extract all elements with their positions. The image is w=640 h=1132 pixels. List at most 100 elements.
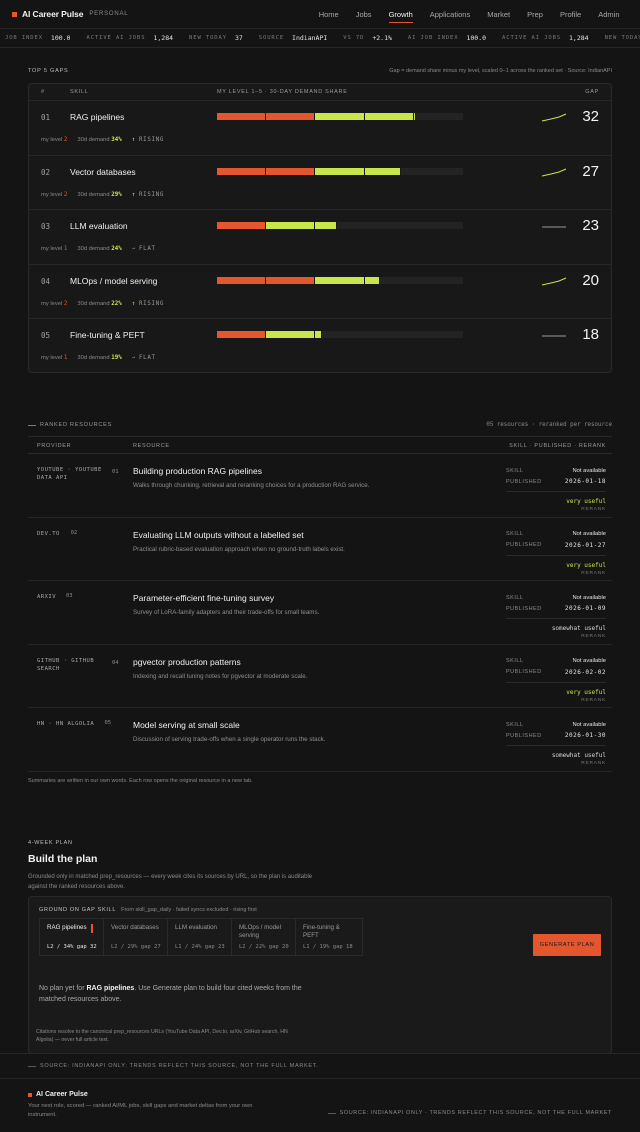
gap-score: 32 <box>582 108 599 125</box>
rerank-verdict: very useful <box>566 498 606 505</box>
footer-source: SOURCE: INDIANAPI ONLY · TRENDS REFLECT … <box>328 1110 612 1116</box>
provider-name: GITHUB · GITHUB SEARCH <box>37 657 95 672</box>
gap-row[interactable]: 01 RAG pipelines my level 2 30d demand 34% ↑… <box>29 101 611 156</box>
resource-row[interactable]: HN · HN ALGOLIA 05 Model serving at small … <box>28 708 612 772</box>
skill-label: SKILL <box>506 658 524 664</box>
gaps-table-header: # SKILL MY LEVEL 1–5 · 30-DAY DEMAND SHA… <box>29 84 611 101</box>
resource-row[interactable]: ARXIV 03 Parameter-efficient fine-tuning s… <box>28 581 612 645</box>
resources-count: 05 resources · reranked per resource <box>486 422 612 428</box>
demand-value: 29% <box>111 191 122 198</box>
nav-link-market[interactable]: Market <box>479 0 519 29</box>
demand-segment <box>413 113 416 120</box>
demand-segment <box>266 331 316 338</box>
nav-link-prep[interactable]: Prep <box>519 0 552 29</box>
col-idx: # <box>41 89 45 95</box>
resources-eyebrow: RANKED RESOURCES <box>28 422 112 428</box>
skill-chip[interactable]: Fine-tuning & PEFT L1 / 19% gap 18 <box>296 919 360 955</box>
published-field: PUBLISHED 2026-02-02 <box>506 667 606 678</box>
gap-row[interactable]: 02 Vector databases my level 2 30d demand 2… <box>29 156 611 210</box>
ground-subtitle: From skill_gap_daily · failed syncs excl… <box>121 907 257 913</box>
my-level-label: my level <box>41 191 63 198</box>
brand-name[interactable]: AI Career Pulse <box>22 9 83 19</box>
demand-share: 30d demand 29% <box>77 192 121 198</box>
level-segment <box>266 167 316 175</box>
resource-provider: YOUTUBE · YOUTUBE DATA API <box>37 466 109 482</box>
skill-chip[interactable]: Vector databases L2 / 29% gap 27 <box>104 919 168 955</box>
skill-label: SKILL <box>506 721 524 728</box>
ticker-label: NEW TODAY <box>189 35 227 41</box>
ticker-value: 100.0 <box>466 34 487 42</box>
brand-mark-icon <box>12 11 17 17</box>
ticker-label: NEW TODAY <box>604 35 640 41</box>
rerank-verdict: somewhat useful <box>551 752 606 759</box>
nav-link-admin[interactable]: Admin <box>590 0 628 29</box>
chip-skill-name: MLOps / model serving <box>239 924 281 939</box>
resource-title-link[interactable]: Building production RAG pipelines <box>133 466 262 476</box>
published-label: PUBLISHED <box>506 669 542 675</box>
resources-rows: YOUTUBE · YOUTUBE DATA API 01 Building pro… <box>28 454 612 772</box>
my-level: my level 1 <box>41 246 67 252</box>
published-value: 2026-02-02 <box>564 668 606 676</box>
col-bar: MY LEVEL 1–5 · 30-DAY DEMAND SHARE <box>217 89 348 95</box>
my-level-label: my level <box>41 300 63 307</box>
resources-header: RANKED RESOURCES 05 resources · reranked… <box>28 419 612 431</box>
gap-row[interactable]: 05 Fine-tuning & PEFT my level 1 30d demand… <box>29 319 611 374</box>
plan-title: Build the plan <box>28 853 98 865</box>
trend-indicator: ↑ RISING <box>132 137 164 143</box>
ticker-value: 1,284 <box>569 34 589 42</box>
level-segment <box>217 222 267 229</box>
gap-row[interactable]: 04 MLOps / model serving my level 2 30d dem… <box>29 265 611 319</box>
demand-segment <box>315 222 338 229</box>
skill-value: Not available <box>572 721 606 728</box>
meta-divider <box>506 745 606 746</box>
published-field: PUBLISHED 2026-01-18 <box>506 476 606 487</box>
resource-provider: GITHUB · GITHUB SEARCH <box>37 657 109 673</box>
nav-link-jobs[interactable]: Jobs <box>347 0 380 29</box>
level-segment <box>217 276 267 284</box>
ground-title: GROUND ON GAP SKILL <box>39 907 117 913</box>
nav-link-home[interactable]: Home <box>310 0 347 29</box>
ticker-label: ACTIVE AI JOBS <box>502 35 562 41</box>
gap-score: 20 <box>582 271 599 289</box>
level-segment <box>217 113 267 120</box>
resource-title-link[interactable]: Evaluating LLM outputs without a labelle… <box>133 530 304 540</box>
nav-link-growth[interactable]: Growth <box>380 0 421 29</box>
ticker-label: ACTIVE AI JOBS <box>86 35 146 41</box>
source-line: SOURCE: INDIANAPI ONLY; TRENDS REFLECT T… <box>28 1063 318 1069</box>
col-provider: PROVIDER <box>37 443 72 449</box>
nav-link-applications[interactable]: Applications <box>421 0 478 29</box>
skill-chip[interactable]: LLM evaluation L1 / 24% gap 23 <box>168 919 232 955</box>
resource-title-link[interactable]: Model serving at small scale <box>133 720 240 730</box>
resource-title-link[interactable]: pgvector production patterns <box>133 657 241 667</box>
gaps-card: # SKILL MY LEVEL 1–5 · 30-DAY DEMAND SHA… <box>28 83 612 373</box>
skill-chip[interactable]: RAG pipelines L2 / 34% gap 32 <box>40 919 104 955</box>
my-level: my level 2 <box>41 192 67 198</box>
chip-stats: L2 / 34% gap 32 <box>47 944 97 950</box>
gap-meta: my level 2 30d demand 34% ↑ RISING <box>41 137 164 143</box>
level-segment <box>217 167 267 175</box>
nav-link-profile[interactable]: Profile <box>551 0 589 29</box>
resource-title-link[interactable]: Parameter-efficient fine-tuning survey <box>133 593 274 603</box>
resource-row[interactable]: YOUTUBE · YOUTUBE DATA API 01 Building pro… <box>28 454 612 518</box>
rerank-label: RERANK <box>581 570 606 576</box>
gap-score: 27 <box>582 162 599 180</box>
resource-meta: SKILL Not available PUBLISHED 2026-02-02 ver… <box>506 656 606 703</box>
trend-sparkline <box>542 226 566 228</box>
trend-indicator: → FLAT <box>132 355 156 361</box>
nav-links: Home Jobs Growth Applications Market Prep Prof… <box>310 0 628 29</box>
trend-rising-icon: ↑ <box>131 300 136 307</box>
provider-name: HN · HN ALGOLIA <box>37 721 95 727</box>
citations-note: Citations resolve to the canonical prep_… <box>36 1029 288 1043</box>
my-level-label: my level <box>41 355 63 361</box>
skill-chip[interactable]: MLOps / model serving L2 / 22% gap 20 <box>232 919 296 955</box>
market-ticker: JOB INDEX 100.0 ACTIVE AI JOBS 1,284 NEW TOD… <box>0 29 640 48</box>
no-plan-message: No plan yet for RAG pipelines. Use Gener… <box>39 983 319 1005</box>
resource-row[interactable]: GITHUB · GITHUB SEARCH 04 pgvector product… <box>28 645 612 708</box>
generate-plan-button[interactable]: GENERATE PLAN <box>533 934 601 956</box>
gap-row[interactable]: 03 LLM evaluation my level 1 30d demand 24%… <box>29 210 611 265</box>
demand-value: 19% <box>111 355 122 361</box>
chip-stats: L2 / 22% gap 20 <box>239 944 289 950</box>
resources-section: RANKED RESOURCES 05 resources · reranked… <box>28 419 612 784</box>
col-skill: SKILL <box>70 89 89 95</box>
resource-row[interactable]: DEV.TO 02 Evaluating LLM outputs without a… <box>28 518 612 581</box>
